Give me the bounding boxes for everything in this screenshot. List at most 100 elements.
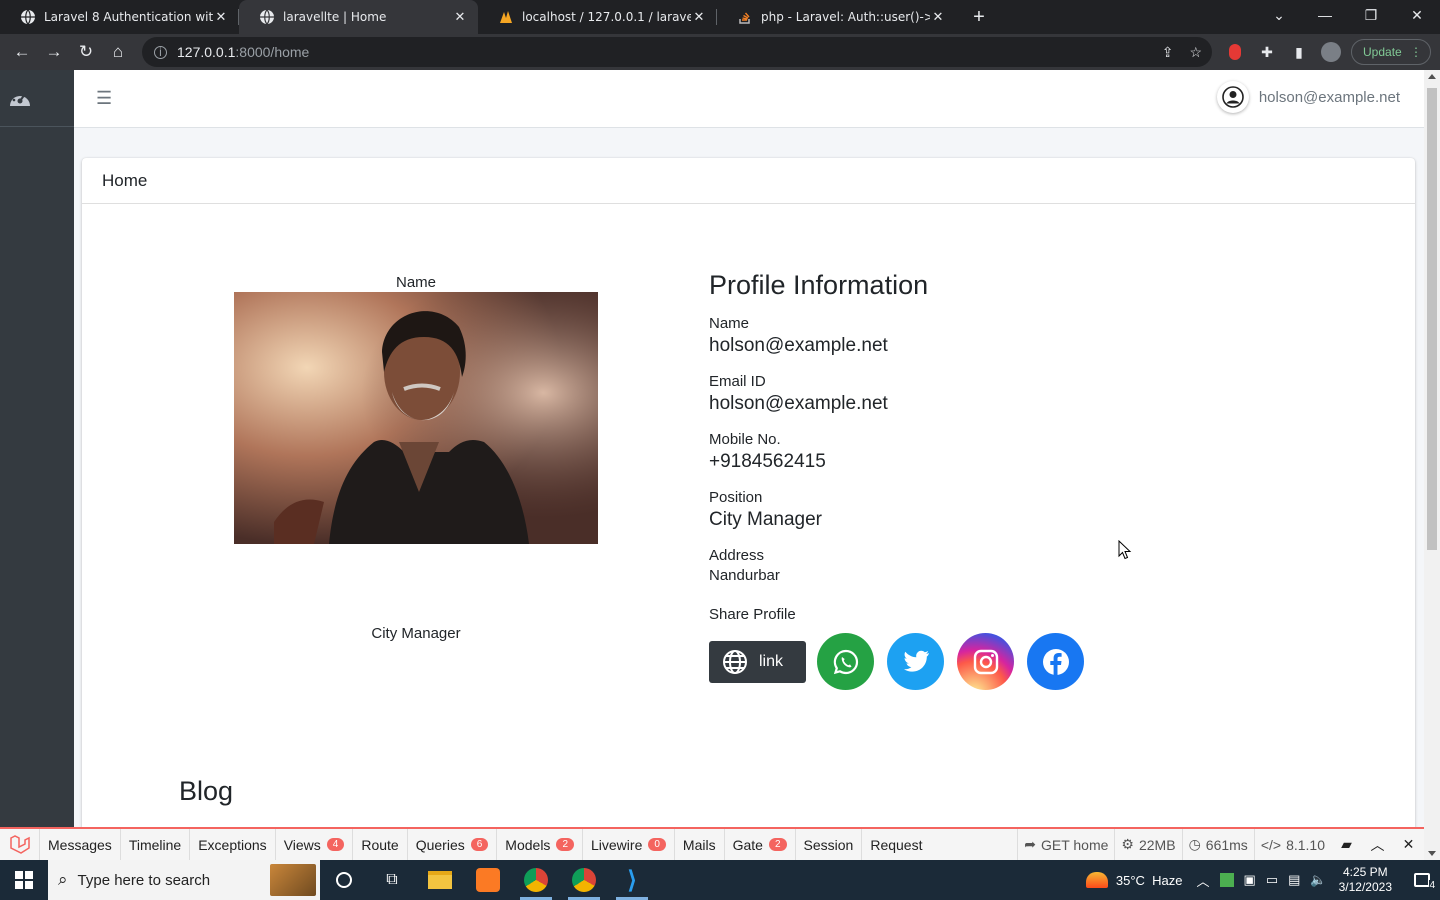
browser-toolbar: ← → ↻ ⌂ i 127.0.0.1:8000/home ⇪ ☆ ✚ ▮ Up… [0,34,1440,70]
extension-red-icon[interactable] [1222,39,1248,65]
volume-icon[interactable]: 🔈 [1310,872,1326,888]
puzzle-icon[interactable]: ✚ [1254,39,1280,65]
user-menu[interactable]: holson@example.net [1216,81,1400,113]
meet-icon[interactable]: ▣ [1244,872,1256,888]
debug-tab-livewire[interactable]: Livewire 0 [583,829,675,860]
facebook-share-button[interactable] [1027,633,1084,690]
scrollbar-thumb[interactable] [1427,88,1437,550]
close-icon[interactable]: ✕ [691,10,707,25]
mouse-cursor-icon [1118,540,1132,560]
bookmark-star-icon[interactable]: ☆ [1189,44,1202,61]
copy-link-button[interactable]: link [709,640,806,683]
taskbar-clock[interactable]: 4:25 PM 3/12/2023 [1339,865,1392,895]
debug-tab-request[interactable]: Request [862,829,930,860]
clock-time: 4:25 PM [1342,865,1388,879]
folder-open-icon[interactable]: ▰ [1331,829,1362,860]
browser-tab-4[interactable]: php - Laravel: Auth::user()->id try ✕ [717,0,956,34]
reload-button[interactable]: ↻ [70,36,102,68]
sidebar [0,70,74,860]
weather-widget[interactable]: 35°C Haze [1085,872,1183,888]
address-label: Address [709,547,765,564]
browser-tab-3[interactable]: localhost / 127.0.0.1 / laravellte / ✕ [478,0,717,34]
clock-icon: ◷ [1188,836,1201,852]
debug-route[interactable]: ➦ GET home [1017,829,1114,860]
close-icon[interactable]: ✕ [1393,829,1424,860]
scroll-up-arrow[interactable] [1428,74,1436,79]
forward-button[interactable]: → [38,36,70,68]
chevron-down-icon[interactable]: ⌄ [1256,0,1302,30]
share-icon[interactable]: ⇪ [1162,44,1174,61]
tab-title: localhost / 127.0.0.1 / laravellte / [522,10,691,24]
menu-toggle-icon[interactable]: ☰ [96,88,112,109]
chevron-up-icon[interactable]: ︿ [1362,829,1393,860]
browser-tab-2[interactable]: laravellte | Home ✕ [239,0,478,34]
debug-tab-views[interactable]: Views 4 [276,829,354,860]
debug-tab-route[interactable]: Route [353,829,408,860]
close-window-button[interactable]: ✕ [1394,0,1440,30]
xampp-icon[interactable] [464,860,512,900]
chevron-up-icon[interactable]: ︿ [1197,871,1210,890]
close-icon[interactable]: ✕ [213,10,229,25]
close-icon[interactable]: ✕ [930,10,946,25]
debug-tab-label: Route [361,836,399,853]
windows-taskbar: ⌕ Type here to search ⧉ ⟩ 35°C Haze ︿ ▣ … [0,860,1440,900]
debug-tab-label: Queries [415,836,465,853]
scroll-down-arrow[interactable] [1428,851,1436,856]
mobile-value: +9184562415 [709,451,826,472]
back-button[interactable]: ← [6,36,38,68]
instagram-share-button[interactable] [957,633,1014,690]
debug-tab-label: Gate [732,836,763,853]
cortana-icon[interactable] [320,860,368,900]
restore-button[interactable]: ❐ [1348,0,1394,30]
cogs-icon: ⚙ [1121,836,1134,852]
profile-avatar-icon[interactable] [1318,39,1344,65]
email-label: Email ID [709,373,766,390]
network-icon[interactable]: ▤ [1288,872,1300,888]
debug-time[interactable]: ◷ 661ms [1181,829,1254,860]
debug-tab-models[interactable]: Models 2 [497,829,583,860]
debug-tab-mails[interactable]: Mails [675,829,725,860]
window-controls: ⌄ — ❐ ✕ [1256,0,1440,30]
laravel-logo-icon[interactable] [0,829,40,860]
side-panel-icon[interactable]: ▮ [1286,39,1312,65]
whatsapp-share-button[interactable] [817,633,874,690]
position-value: City Manager [709,509,822,530]
debug-tab-gate[interactable]: Gate 2 [725,829,796,860]
browser-tab-1[interactable]: Laravel 8 Authentication with Lar ✕ [0,0,239,34]
home-button[interactable]: ⌂ [102,36,134,68]
notification-center-icon[interactable]: 4 [1404,873,1440,891]
page-scrollbar[interactable] [1424,70,1440,860]
debug-tab-timeline[interactable]: Timeline [121,829,191,860]
share-label: Share Profile [709,606,796,623]
share-arrow-icon: ➦ [1024,836,1036,852]
update-button[interactable]: Update ⋮ [1351,39,1431,65]
windows-start-icon[interactable] [0,860,48,900]
minimize-button[interactable]: — [1302,0,1348,30]
vscode-icon[interactable]: ⟩ [608,860,656,900]
info-icon[interactable]: i [154,45,167,59]
twitter-share-button[interactable] [887,633,944,690]
taskbar-search-input[interactable]: ⌕ Type here to search [48,860,320,900]
more-menu-icon[interactable]: ⋮ [1410,45,1422,59]
debug-tab-label: Exceptions [198,836,267,853]
file-explorer-icon[interactable] [416,860,464,900]
chrome-icon[interactable] [560,860,608,900]
update-label: Update [1363,45,1402,59]
address-bar[interactable]: i 127.0.0.1:8000/home ⇪ ☆ [142,37,1212,67]
task-view-icon[interactable]: ⧉ [368,860,416,900]
debug-tab-exceptions[interactable]: Exceptions [190,829,276,860]
debug-tab-queries[interactable]: Queries 6 [408,829,498,860]
new-tab-button[interactable]: + [964,0,994,34]
position-label: Position [709,489,763,506]
close-icon[interactable]: ✕ [452,10,468,25]
debug-tab-messages[interactable]: Messages [40,829,121,860]
tray-app-icon[interactable] [1219,873,1234,887]
count-badge: 2 [556,838,574,851]
sidebar-brand[interactable] [0,70,74,127]
globe-icon [723,649,747,674]
debug-tab-session[interactable]: Session [796,829,863,860]
home-card: Home Name City Manager Profile Informati… [82,158,1415,860]
battery-icon[interactable]: ▭ [1266,872,1278,888]
chrome-icon[interactable] [512,860,560,900]
card-header: Home [82,158,1415,204]
